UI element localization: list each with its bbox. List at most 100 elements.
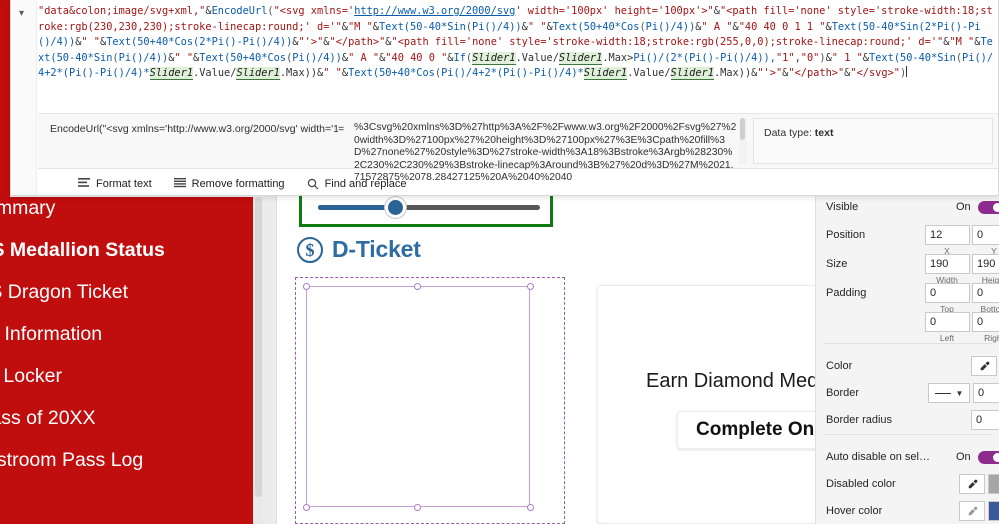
property-row-disabled-color: Disabled color (816, 471, 999, 497)
slider-handle[interactable] (385, 197, 406, 218)
formula-result-scrollbar-thumb[interactable] (740, 118, 745, 140)
resize-handle-bottom-right[interactable] (527, 504, 534, 511)
position-x-input[interactable]: 12 (925, 225, 970, 245)
property-label-border-radius: Border radius (826, 414, 893, 426)
resize-handle-bottom-center[interactable] (414, 504, 421, 511)
color-eyedropper-icon[interactable] (971, 356, 997, 376)
formula-token-fn: Pi (534, 67, 547, 80)
formula-token-num: ()/4)* (546, 67, 584, 80)
complete-one-button[interactable]: Complete On (677, 411, 815, 449)
formula-token-str: "data&colon;image/svg+xml," (38, 5, 206, 17)
formula-token-num: ()/4+2*( (453, 67, 504, 80)
formula-token-fn: Cos (416, 67, 435, 80)
property-row-color: Color (816, 353, 999, 379)
sidebar-scrollbar-thumb[interactable] (255, 197, 262, 497)
disabled-color-swatch[interactable] (988, 474, 999, 494)
border-style-dropdown[interactable]: ▼ (928, 383, 970, 403)
formula-token-fn: Pi (69, 67, 82, 80)
formula-token-url: http://www.w3.org/2000/svg (354, 5, 516, 17)
formula-token-fn: If (453, 51, 466, 64)
formula-token-fn: Pi (633, 51, 646, 64)
formula-result-equals: = (338, 123, 345, 135)
resize-handle-bottom-left[interactable] (303, 504, 310, 511)
chevron-down-icon[interactable]: ▾ (19, 8, 24, 19)
sidebar-item-hs-information[interactable]: HS Information (0, 323, 102, 345)
sidebar-item-label: Summary (0, 197, 56, 219)
sidebar-item-summary[interactable]: Summary (0, 197, 55, 219)
formula-token-prop: .Max)) (279, 67, 318, 80)
selected-container-inner[interactable] (306, 286, 530, 507)
formula-token-fn: Pi (962, 51, 975, 64)
size-height-input[interactable]: 190 (972, 254, 999, 274)
padding-top-input[interactable]: 0 (925, 283, 970, 303)
property-label-auto-disable: Auto disable on sele... (826, 451, 931, 463)
property-row-border-radius: Border radius 0 (816, 407, 999, 433)
formula-token-str: "M " (949, 36, 975, 49)
format-text-button[interactable]: Format text (78, 178, 152, 190)
formula-token-num: ()/4)) (658, 20, 696, 33)
formula-token-fn: Text (199, 51, 225, 64)
formula-token-num: ()/4)* (112, 67, 150, 80)
disabled-color-eyedropper-icon[interactable] (959, 474, 985, 494)
remove-formatting-button[interactable]: Remove formatting (173, 178, 285, 190)
sidebar-item-my-locker[interactable]: My Locker (0, 365, 62, 387)
hover-color-eyedropper-icon[interactable] (959, 501, 985, 521)
sidebar-scrollbar[interactable] (253, 197, 263, 524)
hover-color-swatch[interactable] (988, 501, 999, 521)
resize-handle-top-left[interactable] (303, 283, 310, 290)
sidebar-item-restroom-pass-log[interactable]: Restroom Pass Log (0, 449, 143, 471)
text-caret (906, 66, 908, 78)
formula-token-var: Slider1 (149, 67, 194, 81)
formula-token-str: " " (323, 67, 342, 80)
formula-token-var: Slider1 (670, 67, 714, 81)
formula-token-num: ()- (949, 20, 969, 33)
formula-token-str: "40 40 0 " (385, 51, 448, 64)
formula-token-str: " " (174, 51, 194, 64)
selected-container[interactable] (295, 277, 565, 524)
formula-token-num: (50-40* (50, 51, 94, 64)
position-y-input[interactable]: 0 (972, 225, 999, 245)
find-and-replace-button[interactable]: Find and replace (307, 178, 407, 190)
formula-token-var: Slider1 (236, 67, 280, 81)
property-row-border: Border ▼ 0 (816, 380, 999, 406)
padding-bottom-input[interactable]: 0 (972, 283, 999, 303)
formula-token-num: ()- (701, 51, 721, 64)
formula-bar: ▾ "data&colon;image/svg+xml,"&EncodeUrl(… (10, 0, 999, 196)
formula-token-num: (50-40* (856, 20, 900, 33)
formula-token-num: (50-40* (893, 51, 938, 64)
find-and-replace-label: Find and replace (324, 177, 407, 190)
visible-toggle[interactable] (978, 201, 999, 214)
border-radius-input[interactable]: 0 (971, 410, 999, 430)
formula-token-fn: Pi (211, 36, 225, 49)
right-card[interactable] (597, 285, 815, 524)
property-row-position: Position 12 0 X Y (816, 222, 999, 256)
formula-datatype-value: text (814, 127, 834, 139)
formula-token-num: (2* (193, 36, 212, 49)
formula-token-fn: EncodeUrl (211, 5, 268, 17)
formula-token-str: "</path>" (329, 36, 386, 49)
auto-disable-toggle[interactable] (978, 451, 999, 464)
remove-formatting-icon (173, 178, 186, 189)
padding-right-input[interactable]: 0 (972, 312, 999, 332)
sidebar-item-bis-dragon-ticket[interactable]: BiS Dragon Ticket (0, 281, 128, 303)
formula-token-fn: Text (552, 20, 578, 33)
formula-token-num: ()/4)) (38, 36, 76, 49)
canvas-screen: $ D-Ticket to Diamond OR to Diamond Earn… (277, 183, 815, 524)
sidebar-item-class-of-20xx[interactable]: Class of 20XX (0, 407, 96, 429)
size-width-input[interactable]: 190 (925, 254, 970, 274)
formula-token-num: (2* (918, 20, 938, 33)
resize-handle-top-center[interactable] (414, 283, 421, 290)
resize-handle-top-right[interactable] (527, 283, 534, 290)
earn-diamond-text: Earn Diamond Med (646, 370, 815, 392)
formula-input[interactable]: "data&colon;image/svg+xml,"&EncodeUrl("<… (38, 4, 998, 82)
sidebar-item-bis-medallion-status[interactable]: BiS Medallion Status (0, 239, 165, 261)
auto-disable-toggle-state: On (956, 451, 971, 463)
formula-token-fn: Pi (472, 20, 485, 33)
property-label-size: Size (826, 258, 848, 270)
formula-result-scrollbar[interactable] (739, 118, 747, 164)
padding-left-input[interactable]: 0 (925, 312, 970, 332)
formula-token-fn: Pi (720, 51, 733, 64)
formula-token-num: ()/4)) (484, 20, 522, 33)
border-width-input[interactable]: 0 (973, 383, 999, 403)
formula-token-fn: Pi (100, 67, 113, 80)
